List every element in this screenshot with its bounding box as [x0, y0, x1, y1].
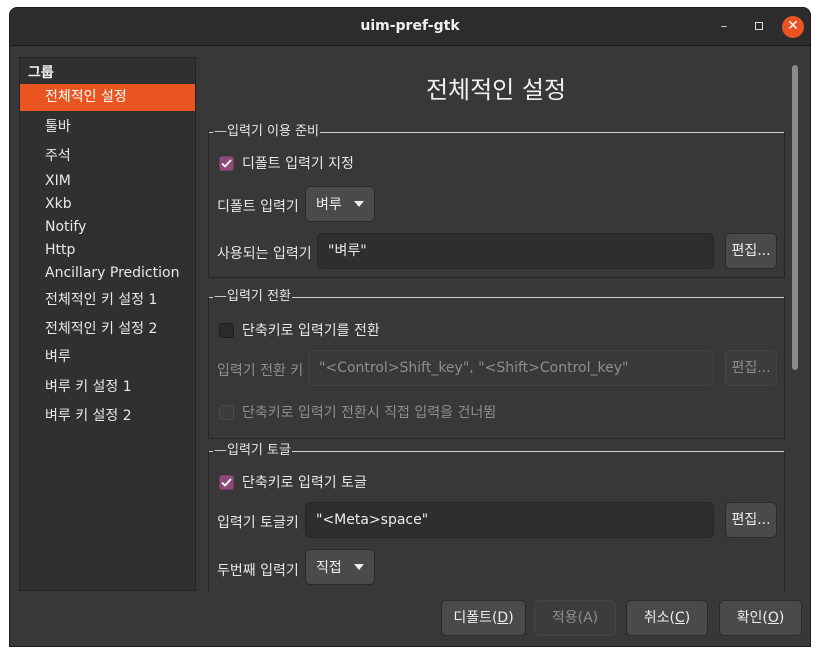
- chevron-down-icon: [353, 201, 364, 207]
- section-divider: [209, 297, 784, 298]
- sidebar-item-global-keys-2[interactable]: 전체적인 키 설정 2: [20, 316, 195, 343]
- sidebar-item-byeoru[interactable]: 벼루: [20, 344, 195, 371]
- cancel-button-paren: ): [684, 610, 691, 626]
- section-title: 입력기 이용 준비: [227, 124, 319, 139]
- second-im-label: 두번째 입력기: [217, 563, 299, 579]
- window-title: uim-pref-gtk: [360, 18, 460, 34]
- section-dash: —: [214, 443, 227, 458]
- group-sidebar: 그룹 전체적인 설정 툴바 주석 XIM Xkb Notify Http Anc…: [19, 57, 196, 591]
- sidebar-item-global-keys-1[interactable]: 전체적인 키 설정 1: [20, 287, 195, 314]
- section-im-toggle: —입력기 토글 단축키로 입력기 토글 입력기 토글키 "<Meta>space…: [208, 442, 785, 591]
- second-im-select-value: 직접: [316, 560, 342, 576]
- enabled-im-field[interactable]: "벼루": [317, 233, 714, 269]
- title-bar[interactable]: uim-pref-gtk – ✕: [10, 8, 810, 46]
- toggle-im-check-label: 단축키로 입력기 토글: [242, 475, 367, 491]
- toggle-im-checkbox[interactable]: [219, 474, 234, 490]
- section-im-switch: —입력기 전환 단축키로 입력기를 전환 입력기 전환 키 "<Control>…: [208, 288, 785, 439]
- toggle-key-edit-button[interactable]: 편집...: [725, 502, 777, 538]
- enabled-im-label: 사용되는 입력기: [217, 246, 312, 262]
- sidebar-item-ancillary-prediction[interactable]: Ancillary Prediction: [20, 260, 195, 287]
- toggle-im-check-row[interactable]: 단축키로 입력기 토글: [219, 472, 367, 492]
- cancel-button[interactable]: 취소(C): [626, 600, 708, 636]
- section-title: 입력기 전환: [227, 289, 291, 304]
- settings-panel: 전체적인 설정 —입력기 이용 준비 디폴트 입력기 지정 디폴트 입력기 벼루…: [196, 57, 801, 591]
- sidebar-item-toolbar[interactable]: 툴바: [20, 114, 195, 141]
- default-im-checkbox[interactable]: [219, 155, 234, 171]
- default-im-select[interactable]: 벼루: [305, 186, 375, 222]
- skip-direct-check-row[interactable]: 단축키로 입력기 전환시 직접 입력을 건너뜀: [219, 402, 496, 422]
- switch-key-label: 입력기 전환 키: [217, 363, 304, 379]
- toggle-key-field[interactable]: "<Meta>space": [305, 502, 714, 538]
- ok-button-mnemonic: O: [767, 610, 779, 626]
- section-title-wrapper: —입력기 전환: [213, 288, 292, 306]
- default-im-select-value: 벼루: [316, 197, 342, 213]
- page-title: 전체적인 설정: [425, 76, 567, 104]
- section-divider: [209, 451, 784, 452]
- sidebar-item-byeoru-keys-1[interactable]: 벼루 키 설정 1: [20, 374, 195, 401]
- app-window: uim-pref-gtk – ✕ 그룹 전체적인 설정 툴바 주석 XIM Xk…: [9, 7, 811, 647]
- switch-im-check-row[interactable]: 단축키로 입력기를 전환: [219, 320, 380, 340]
- default-im-check-label: 디폴트 입력기 지정: [242, 156, 354, 172]
- vertical-scrollbar[interactable]: [792, 65, 798, 370]
- switch-im-check-label: 단축키로 입력기를 전환: [242, 323, 380, 339]
- dialog-footer: 디폴트(D) 적용(A) 취소(C) 확인(O): [10, 591, 810, 646]
- cancel-button-mnemonic: C: [674, 610, 685, 626]
- sidebar-item-global[interactable]: 전체적인 설정: [20, 84, 195, 111]
- default-button-paren: ): [508, 610, 514, 626]
- section-dash: —: [214, 124, 227, 139]
- minimize-icon: –: [720, 19, 728, 34]
- maximize-button[interactable]: [748, 16, 770, 38]
- close-button[interactable]: ✕: [782, 16, 804, 38]
- checkmark-icon: [221, 477, 232, 487]
- sidebar-item-annotation[interactable]: 주석: [20, 143, 195, 170]
- maximize-icon: [755, 22, 763, 30]
- switch-key-field[interactable]: "<Control>Shift_key", "<Shift>Control_ke…: [308, 350, 714, 386]
- default-button-label: 디폴트(: [453, 610, 498, 626]
- toggle-key-label: 입력기 토글키: [217, 515, 299, 531]
- default-button[interactable]: 디폴트(D): [441, 600, 526, 636]
- section-dash: —: [214, 289, 227, 304]
- checkmark-icon: [221, 158, 232, 168]
- sidebar-item-byeoru-keys-2[interactable]: 벼루 키 설정 2: [20, 403, 195, 430]
- section-title-wrapper: —입력기 토글: [213, 442, 292, 460]
- section-title: 입력기 토글: [227, 443, 291, 458]
- skip-direct-check-label: 단축키로 입력기 전환시 직접 입력을 건너뜀: [242, 405, 497, 421]
- sidebar-header: 그룹: [28, 65, 54, 81]
- chevron-down-icon: [353, 564, 364, 570]
- default-button-mnemonic: D: [497, 610, 509, 626]
- cancel-button-label: 취소(: [643, 610, 675, 626]
- ok-button-paren: ): [778, 610, 785, 626]
- apply-button[interactable]: 적용(A): [534, 600, 616, 636]
- close-icon: ✕: [787, 18, 799, 34]
- section-im-setup: —입력기 이용 준비 디폴트 입력기 지정 디폴트 입력기 벼루 사용되는 입력…: [208, 123, 785, 278]
- ok-button[interactable]: 확인(O): [719, 600, 802, 636]
- skip-direct-checkbox[interactable]: [219, 404, 234, 420]
- second-im-select[interactable]: 직접: [305, 549, 375, 585]
- ok-button-label: 확인(: [736, 610, 768, 626]
- switch-key-edit-button[interactable]: 편집...: [725, 350, 777, 386]
- enabled-im-edit-button[interactable]: 편집...: [725, 233, 777, 269]
- default-im-label: 디폴트 입력기: [217, 199, 299, 215]
- default-im-check-row[interactable]: 디폴트 입력기 지정: [219, 153, 354, 173]
- section-title-wrapper: —입력기 이용 준비: [213, 123, 320, 141]
- minimize-button[interactable]: –: [713, 16, 735, 38]
- switch-im-checkbox[interactable]: [219, 322, 234, 338]
